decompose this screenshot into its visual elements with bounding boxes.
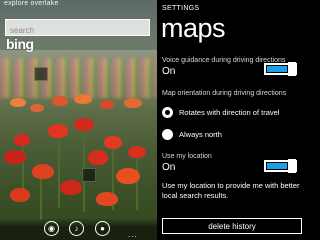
- tulip: [104, 136, 122, 149]
- tulip: [14, 134, 30, 146]
- tulip: [74, 94, 92, 104]
- radio-button[interactable]: [162, 129, 173, 140]
- tulip: [116, 168, 140, 184]
- settings-header: SETTINGS: [162, 5, 200, 12]
- tulip: [124, 98, 142, 108]
- bing-logo: bing: [6, 36, 34, 52]
- page-title: maps: [161, 13, 226, 43]
- radio-always-north[interactable]: Always north: [162, 129, 222, 140]
- microphone-icon[interactable]: ●: [95, 221, 110, 236]
- radio-button-selected[interactable]: [162, 107, 173, 118]
- tulip: [88, 150, 108, 165]
- tulip: [30, 104, 44, 112]
- voice-guidance-toggle[interactable]: [264, 62, 297, 76]
- bing-search-screen: explore overlake bing ◉ ♪ ● ...: [0, 0, 157, 240]
- eye-icon[interactable]: ◉: [44, 221, 59, 236]
- toggle-knob[interactable]: [288, 159, 296, 173]
- flower-stem: [83, 122, 85, 212]
- radio-always-north-label: Always north: [179, 130, 222, 139]
- flower-stem: [58, 128, 60, 208]
- tulip: [100, 100, 114, 109]
- radio-rotates-label: Rotates with direction of travel: [179, 108, 280, 117]
- image-hotspot[interactable]: [34, 67, 48, 81]
- use-location-toggle[interactable]: [264, 159, 297, 173]
- tulip: [10, 188, 30, 202]
- toggle-knob[interactable]: [288, 62, 296, 76]
- location-description: Use my location to provide me with bette…: [162, 181, 300, 200]
- radio-rotates[interactable]: Rotates with direction of travel: [162, 107, 279, 118]
- use-location-label: Use my location: [162, 153, 212, 160]
- tulip: [60, 180, 82, 195]
- tulip: [32, 164, 54, 179]
- tulip: [52, 96, 68, 106]
- delete-history-button[interactable]: delete history: [162, 218, 302, 234]
- screen-title: explore overlake: [4, 0, 59, 7]
- tulip: [128, 146, 146, 158]
- maps-settings-screen: SETTINGS maps Voice guidance during driv…: [157, 0, 310, 240]
- toggle-fill: [267, 163, 287, 169]
- music-note-icon[interactable]: ♪: [69, 221, 84, 236]
- more-options-button[interactable]: ...: [128, 230, 138, 239]
- use-location-value: On: [162, 162, 176, 173]
- map-orientation-label: Map orientation during driving direction…: [162, 90, 287, 97]
- tulip: [4, 150, 26, 164]
- background-tulip-field: [0, 58, 157, 98]
- tulip: [10, 98, 26, 107]
- tulip: [48, 124, 68, 138]
- toggle-fill: [267, 66, 287, 72]
- tulip: [74, 118, 94, 131]
- image-hotspot[interactable]: [82, 168, 96, 182]
- search-box[interactable]: [5, 19, 150, 38]
- tulip: [96, 192, 118, 206]
- voice-guidance-value: On: [162, 66, 176, 77]
